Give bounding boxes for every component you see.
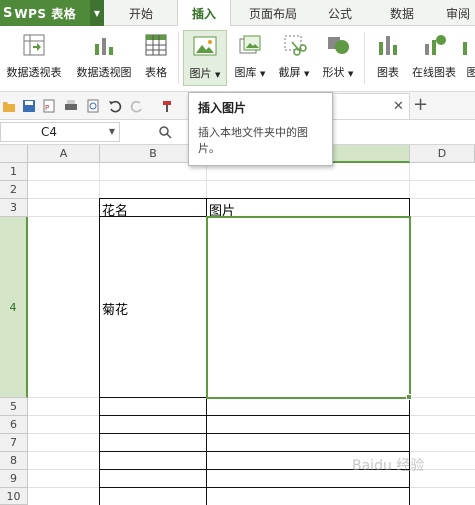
gridline	[28, 180, 475, 181]
chevron-down-icon[interactable]: ▼	[90, 0, 104, 26]
row-header-4[interactable]: 4	[0, 217, 28, 398]
row-header-5[interactable]: 5	[0, 398, 28, 416]
watermark: Baidu 经验	[352, 458, 425, 474]
table-border	[99, 433, 410, 434]
fill-handle[interactable]	[406, 394, 412, 400]
tab-home[interactable]: 开始	[113, 0, 169, 26]
row-header-10[interactable]: 10	[0, 488, 28, 505]
close-icon[interactable]: ✕	[393, 99, 404, 114]
shapes-button[interactable]: 形状 ▼	[318, 30, 358, 86]
row-header-9[interactable]: 9	[0, 470, 28, 488]
tooltip-title: 插入图片	[198, 101, 247, 115]
gallery-icon	[239, 35, 261, 54]
tab-insert[interactable]: 插入	[177, 0, 231, 27]
shapes-label: 形状	[322, 66, 345, 79]
table-border	[99, 415, 410, 416]
chevron-down-icon: ▼	[215, 71, 221, 79]
online-chart-button[interactable]: 在线图表	[408, 30, 460, 86]
chevron-down-icon: ▼	[348, 70, 354, 78]
name-box[interactable]: C4 ▼	[0, 122, 120, 142]
wps-s-icon: S	[3, 5, 13, 21]
row-header-1[interactable]: 1	[0, 163, 28, 181]
picture-button[interactable]: 图片 ▼	[183, 30, 227, 86]
undo-icon[interactable]	[108, 99, 122, 113]
row-header-6[interactable]: 6	[0, 416, 28, 434]
chevron-down-icon: ▼	[260, 70, 266, 78]
picture-label: 图片	[189, 67, 212, 80]
ribbon-divider	[178, 32, 179, 84]
select-all-corner[interactable]	[0, 145, 28, 163]
document-tab[interactable]: ✕	[330, 93, 410, 119]
row-header-8[interactable]: 8	[0, 452, 28, 470]
picture-icon	[193, 36, 217, 56]
insert-picture-tooltip: 插入图片 插入本地文件夹中的图片。	[188, 92, 333, 166]
table-icon	[145, 34, 167, 56]
print-preview-icon[interactable]	[86, 99, 100, 113]
chart-icon	[379, 36, 397, 55]
table-border	[99, 487, 410, 488]
gallery-label: 图库	[234, 66, 257, 79]
save-icon[interactable]	[22, 99, 36, 113]
tab-review[interactable]: 审阅	[438, 0, 475, 26]
cell-b4[interactable]: 菊花	[102, 299, 128, 318]
row-header-7[interactable]: 7	[0, 434, 28, 452]
svg-text:P: P	[45, 104, 49, 112]
new-tab-icon[interactable]: +	[413, 94, 428, 115]
gallery-button[interactable]: 图库 ▼	[230, 30, 270, 86]
pivot-chart-icon	[95, 38, 113, 55]
pivot-chart-button[interactable]: 数据透视图	[72, 30, 136, 86]
pivot-table-button[interactable]: 数据透视表	[2, 30, 66, 86]
column-header-d[interactable]: D	[410, 145, 475, 163]
tooltip-description: 插入本地文件夹中的图片。	[198, 126, 308, 155]
name-box-value: C4	[41, 125, 58, 139]
scissors-icon	[284, 35, 307, 56]
menu-tab-bar: S WPS 表格 ▼ 开始 插入 页面布局 公式 数据 审阅	[0, 0, 475, 27]
screenshot-button[interactable]: 截屏 ▼	[274, 30, 314, 86]
table-border	[99, 451, 410, 452]
pivot-table-icon	[23, 34, 45, 56]
table-border	[99, 198, 100, 505]
shapes-icon	[328, 37, 349, 54]
folder-icon[interactable]	[2, 99, 16, 113]
format-painter-icon[interactable]	[160, 99, 174, 113]
column-header-a[interactable]: A	[28, 145, 100, 163]
chart-button[interactable]: 图表	[370, 30, 406, 86]
chevron-down-icon: ▼	[304, 70, 310, 78]
ribbon-divider	[364, 32, 365, 84]
chart-icon	[463, 42, 467, 55]
app-logo[interactable]: S WPS 表格 ▼	[0, 0, 104, 26]
tab-data[interactable]: 数据	[374, 0, 430, 26]
tab-formulas[interactable]: 公式	[314, 0, 366, 26]
redo-icon[interactable]	[130, 99, 144, 113]
table-border	[99, 198, 410, 199]
selected-cell-c4[interactable]	[206, 216, 411, 399]
table-button[interactable]: 表格	[140, 30, 172, 86]
chevron-down-icon[interactable]: ▼	[109, 123, 115, 141]
screenshot-label: 截屏	[278, 66, 301, 79]
row-header-3[interactable]: 3	[0, 199, 28, 217]
search-icon[interactable]	[158, 125, 172, 139]
export-pdf-icon[interactable]: P	[42, 99, 56, 113]
online-chart-icon	[425, 35, 446, 55]
ribbon: 数据透视表 数据透视图 表格 图片 ▼ 图库 ▼ 截屏 ▼ 形状 ▼ 图表 在线…	[0, 26, 475, 92]
row-header-2[interactable]: 2	[0, 181, 28, 199]
print-icon[interactable]	[64, 99, 78, 113]
ribbon-overflow-button[interactable]: 图	[462, 30, 475, 86]
cell-b3[interactable]: 花名	[102, 200, 128, 219]
spreadsheet-grid[interactable]: A B C D 1 2 3 4 5 6 7 8 9 10 花名 图片 菊花	[0, 145, 475, 505]
tab-page-layout[interactable]: 页面布局	[238, 0, 308, 26]
app-title: WPS 表格	[14, 6, 77, 21]
